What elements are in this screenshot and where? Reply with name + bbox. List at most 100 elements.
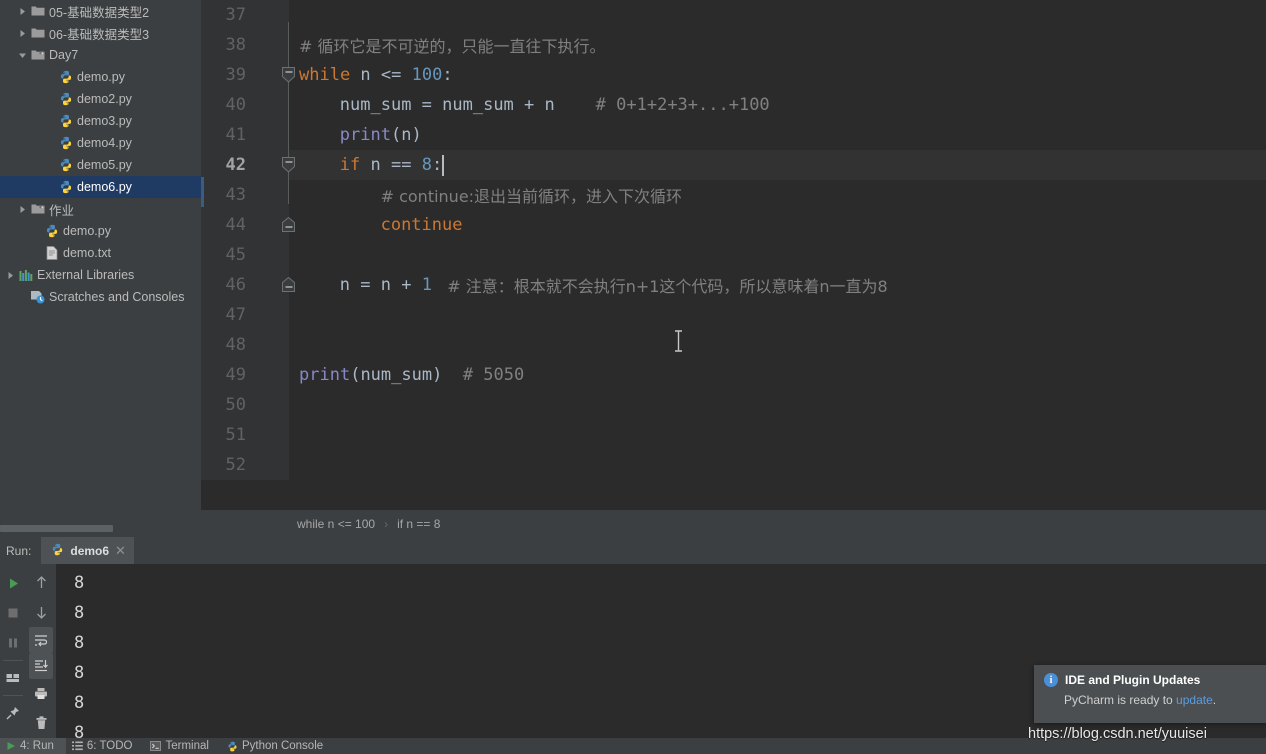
gutter[interactable]	[257, 420, 289, 450]
fold-collapse-icon[interactable]	[281, 67, 296, 83]
code-line-41[interactable]: 41 print(n)	[201, 120, 1266, 150]
code-line-47[interactable]: 47	[201, 300, 1266, 330]
update-link[interactable]: update	[1176, 693, 1213, 707]
fold-end-icon[interactable]	[281, 276, 296, 293]
tree-item-demo4.py[interactable]: demo4.py	[0, 132, 201, 154]
chevron-collapsed-icon[interactable]	[4, 271, 17, 280]
code-line-44[interactable]: 44 continue	[201, 210, 1266, 240]
sidebar-horizontal-scrollbar[interactable]	[0, 524, 201, 533]
scroll-to-end-icon[interactable]	[29, 653, 53, 679]
print-icon[interactable]	[28, 679, 54, 709]
run-tab-demo6[interactable]: demo6 ✕	[41, 537, 134, 564]
project-tree[interactable]: 05-基础数据类型2 06-基础数据类型3 Day7 demo.py demo2.py d…	[0, 0, 201, 308]
tree-item-demo2.py[interactable]: demo2.py	[0, 88, 201, 110]
code-text[interactable]: if n == 8:	[289, 150, 445, 180]
gutter[interactable]	[257, 360, 289, 390]
project-tree-panel[interactable]: 05-基础数据类型2 06-基础数据类型3 Day7 demo.py demo2.py d…	[0, 0, 201, 531]
tree-item-demo6.py[interactable]: demo6.py	[0, 176, 201, 198]
code-line-50[interactable]: 50	[201, 390, 1266, 420]
stop-icon[interactable]	[0, 598, 26, 628]
code-line-52[interactable]: 52	[201, 450, 1266, 480]
down-arrow-icon[interactable]	[28, 598, 54, 628]
tree-item-demo.py[interactable]: demo.py	[0, 220, 201, 242]
code-text[interactable]: # 循环它是不可逆的，只能一直往下执行。	[289, 30, 606, 60]
scrollbar-thumb[interactable]	[0, 525, 113, 532]
code-line-38[interactable]: 38 # 循环它是不可逆的，只能一直往下执行。	[201, 30, 1266, 60]
code-text[interactable]	[289, 0, 299, 30]
fold-end-icon[interactable]	[281, 216, 296, 233]
tree-item-06-基础数据类型3[interactable]: 06-基础数据类型3	[0, 22, 201, 44]
code-line-43[interactable]: 43 # continue:退出当前循环，进入下次循环	[201, 180, 1266, 210]
code-line-37[interactable]: 37	[201, 0, 1266, 30]
notification-balloon[interactable]: i IDE and Plugin Updates PyCharm is read…	[1034, 665, 1266, 723]
tree-item-scratchesandconsoles[interactable]: Scratches and Consoles	[0, 286, 201, 308]
breadcrumb-item-0[interactable]: while n <= 100	[297, 517, 375, 531]
code-line-42[interactable]: 42 if n == 8:	[201, 150, 1266, 180]
code-text[interactable]: continue	[289, 210, 463, 240]
gutter[interactable]	[257, 300, 289, 330]
gutter[interactable]	[257, 330, 289, 360]
code-text[interactable]	[289, 450, 299, 480]
code-text[interactable]: print(n)	[289, 120, 422, 150]
code-text[interactable]	[289, 240, 299, 270]
close-icon[interactable]: ✕	[115, 543, 126, 559]
statusbar-item-pythonconsole[interactable]: Python Console	[221, 738, 335, 754]
code-line-39[interactable]: 39 while n <= 100:	[201, 60, 1266, 90]
code-text[interactable]: num_sum = num_sum + n # 0+1+2+3+...+100	[289, 90, 770, 120]
gutter[interactable]	[257, 240, 289, 270]
tree-item-作业[interactable]: 作业	[0, 198, 201, 220]
chevron-expanded-icon[interactable]	[16, 51, 29, 60]
run-toolbar-secondary[interactable]	[26, 564, 56, 738]
tree-item-label: demo6.py	[77, 180, 132, 194]
statusbar-item-6todo[interactable]: 6: TODO	[66, 738, 145, 754]
rerun-icon[interactable]	[0, 568, 26, 598]
line-number: 42	[201, 150, 257, 180]
fold-collapse-icon[interactable]	[281, 157, 296, 173]
code-line-46[interactable]: 46 n = n + 1 # 注意：根本就不会执行n+1这个代码，所以意味着n一直…	[201, 270, 1266, 300]
code-text[interactable]	[289, 330, 299, 360]
code-line-49[interactable]: 49 print(num_sum) # 5050	[201, 360, 1266, 390]
soft-wrap-icon[interactable]	[29, 627, 53, 654]
code-line-51[interactable]: 51	[201, 420, 1266, 450]
tree-item-demo.py[interactable]: demo.py	[0, 66, 201, 88]
layout-icon[interactable]	[0, 663, 26, 693]
code-editor[interactable]: 37 38 # 循环它是不可逆的，只能一直往下执行。 39 while n <= 100…	[201, 0, 1266, 510]
statusbar-item-4run[interactable]: 4: Run	[0, 738, 66, 754]
tree-item-demo.txt[interactable]: demo.txt	[0, 242, 201, 264]
statusbar-item-terminal[interactable]: Terminal	[144, 738, 220, 754]
code-line-45[interactable]: 45	[201, 240, 1266, 270]
pause-icon[interactable]	[0, 628, 26, 658]
breadcrumb[interactable]: while n <= 100 › if n == 8	[201, 510, 1266, 537]
code-text[interactable]	[289, 300, 299, 330]
tree-item-externallibraries[interactable]: External Libraries	[0, 264, 201, 286]
breadcrumb-item-1[interactable]: if n == 8	[397, 517, 440, 531]
run-toolbar-primary[interactable]	[0, 564, 26, 738]
tree-item-demo5.py[interactable]: demo5.py	[0, 154, 201, 176]
chevron-collapsed-icon[interactable]	[16, 205, 29, 214]
token-cmt-cjk: # continue:退出当前循环，进入下次循环	[380, 187, 683, 206]
chevron-collapsed-icon[interactable]	[16, 29, 29, 38]
tree-item-demo3.py[interactable]: demo3.py	[0, 110, 201, 132]
gutter[interactable]	[257, 180, 289, 210]
gutter[interactable]	[257, 90, 289, 120]
code-line-48[interactable]: 48	[201, 330, 1266, 360]
code-area[interactable]: 37 38 # 循环它是不可逆的，只能一直往下执行。 39 while n <= 100…	[201, 0, 1266, 480]
gutter[interactable]	[257, 450, 289, 480]
up-arrow-icon[interactable]	[28, 568, 54, 598]
chevron-collapsed-icon[interactable]	[16, 7, 29, 16]
gutter[interactable]	[257, 30, 289, 60]
code-text[interactable]: # continue:退出当前循环，进入下次循环	[289, 180, 682, 210]
code-text[interactable]: n = n + 1 # 注意：根本就不会执行n+1这个代码，所以意味着n一直为8	[289, 270, 888, 300]
tree-item-day7[interactable]: Day7	[0, 44, 201, 66]
gutter[interactable]	[257, 0, 289, 30]
code-line-40[interactable]: 40 num_sum = num_sum + n # 0+1+2+3+...+10…	[201, 90, 1266, 120]
gutter[interactable]	[257, 390, 289, 420]
gutter[interactable]	[257, 120, 289, 150]
code-text[interactable]	[289, 390, 299, 420]
pin-icon[interactable]	[0, 698, 26, 728]
trash-icon[interactable]	[28, 708, 54, 738]
tree-item-05-基础数据类型2[interactable]: 05-基础数据类型2	[0, 0, 201, 22]
code-text[interactable]	[289, 420, 299, 450]
code-text[interactable]: while n <= 100:	[289, 60, 453, 90]
code-text[interactable]: print(num_sum) # 5050	[289, 360, 524, 390]
